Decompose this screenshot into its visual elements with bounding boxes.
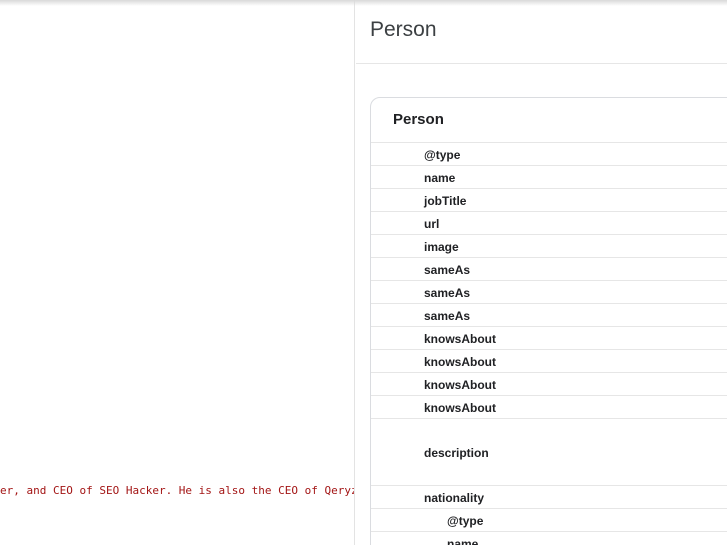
- property-name: knowsAbout: [424, 378, 496, 392]
- card-title: Person: [393, 111, 444, 128]
- result-header: Person: [356, 0, 727, 64]
- property-row[interactable]: name: [371, 166, 727, 189]
- property-row-description[interactable]: description: [371, 419, 727, 486]
- property-name: name: [424, 171, 456, 185]
- property-name: knowsAbout: [424, 401, 496, 415]
- property-row[interactable]: knowsAbout: [371, 373, 727, 396]
- person-card: Person @type name jobTitle url image sam…: [370, 97, 727, 545]
- property-name: nationality: [424, 491, 485, 505]
- property-name: sameAs: [424, 309, 471, 323]
- property-name: sameAs: [424, 286, 471, 300]
- result-pane: Person Person @type name jobTitle url im…: [356, 0, 727, 545]
- code-line-description[interactable]: er, and CEO of SEO Hacker. He is also th…: [0, 484, 354, 497]
- property-list: @type name jobTitle url image sameAs sam…: [371, 142, 727, 545]
- property-name: @type: [447, 514, 484, 528]
- property-row[interactable]: knowsAbout: [371, 396, 727, 419]
- property-row[interactable]: sameAs: [371, 281, 727, 304]
- property-name: image: [424, 240, 459, 254]
- top-shadow: [0, 0, 727, 6]
- property-row[interactable]: sameAs: [371, 304, 727, 327]
- nested-property-row[interactable]: @type: [371, 509, 727, 532]
- property-row[interactable]: url: [371, 212, 727, 235]
- property-row[interactable]: jobTitle: [371, 189, 727, 212]
- property-row-nationality[interactable]: nationality: [371, 486, 727, 509]
- result-title: Person: [370, 18, 437, 41]
- property-row[interactable]: knowsAbout: [371, 350, 727, 373]
- nested-property-row[interactable]: name: [371, 532, 727, 545]
- property-name: knowsAbout: [424, 355, 496, 369]
- property-name: jobTitle: [424, 194, 467, 208]
- property-name: name: [447, 537, 479, 545]
- code-editor-pane[interactable]: er, and CEO of SEO Hacker. He is also th…: [0, 0, 355, 545]
- property-row[interactable]: @type: [371, 143, 727, 166]
- property-row[interactable]: knowsAbout: [371, 327, 727, 350]
- property-name: sameAs: [424, 263, 471, 277]
- property-name: knowsAbout: [424, 332, 496, 346]
- property-name: description: [424, 446, 489, 460]
- property-name: @type: [424, 148, 461, 162]
- property-row[interactable]: image: [371, 235, 727, 258]
- property-name: url: [424, 217, 440, 231]
- property-row[interactable]: sameAs: [371, 258, 727, 281]
